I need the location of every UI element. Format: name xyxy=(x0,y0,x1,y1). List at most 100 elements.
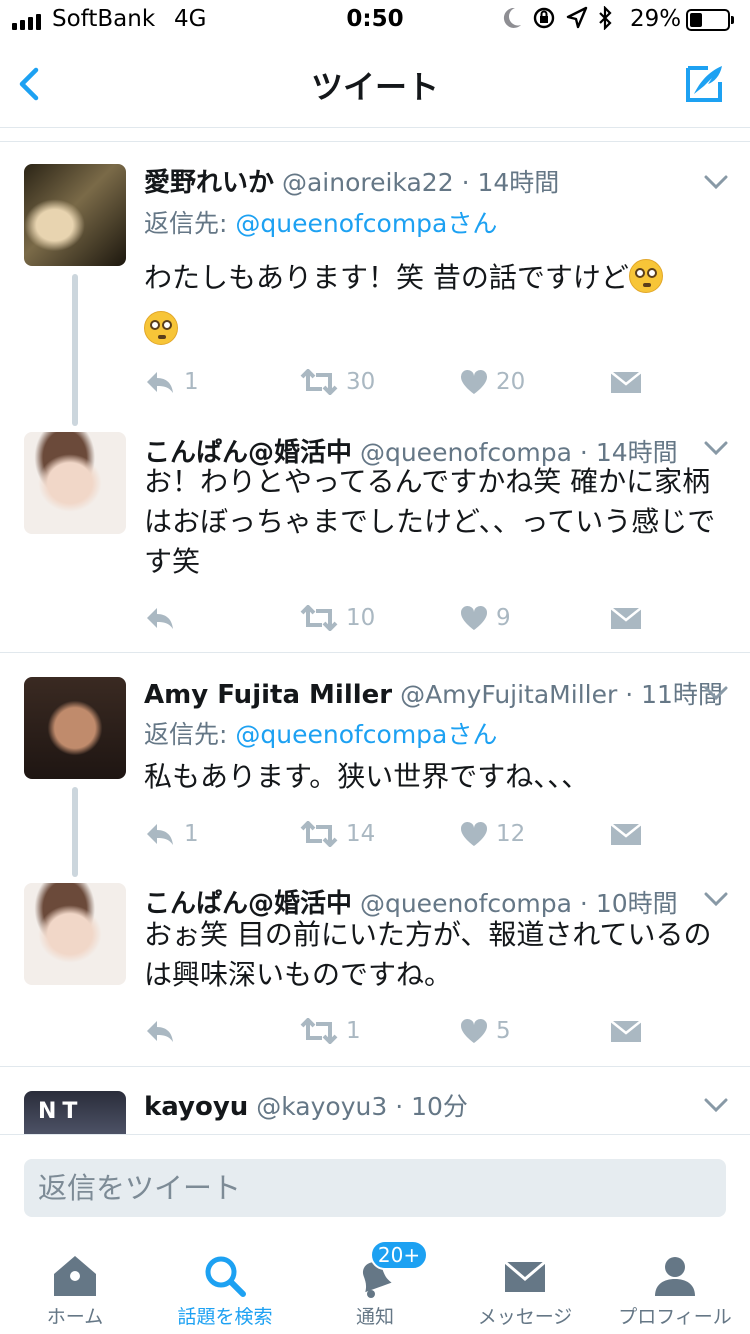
tab-profile[interactable]: プロフィール xyxy=(600,1244,750,1334)
envelope-icon xyxy=(610,607,642,629)
chevron-down-icon[interactable] xyxy=(704,891,728,907)
retweet-button[interactable]: 10 xyxy=(300,600,375,636)
avatar[interactable] xyxy=(24,883,126,985)
like-count: 12 xyxy=(496,821,526,847)
chevron-down-icon[interactable] xyxy=(704,174,728,190)
reply-icon xyxy=(147,824,173,845)
reply-to-mention[interactable]: @queenofcompaさん xyxy=(235,720,497,749)
thread-line xyxy=(72,787,78,877)
retweet-count: 30 xyxy=(346,369,376,395)
tab-label: プロフィール xyxy=(618,1306,732,1328)
tweet-author-handle[interactable]: @kayoyu3 xyxy=(256,1092,387,1121)
tweet-time: 10分 xyxy=(411,1092,468,1121)
tab-search[interactable]: 話題を検索 xyxy=(150,1244,300,1334)
bluetooth-icon xyxy=(599,6,612,30)
share-dm-button[interactable] xyxy=(610,364,642,400)
like-button[interactable]: 9 xyxy=(460,600,511,636)
retweet-button[interactable]: 14 xyxy=(300,816,375,852)
conversation-top-divider xyxy=(0,128,750,142)
reply-to-prefix: 返信先: xyxy=(144,209,236,238)
chevron-down-icon[interactable] xyxy=(704,1097,728,1113)
tweet-actions: 1 5 xyxy=(144,1013,704,1049)
retweet-count: 1 xyxy=(346,1018,361,1044)
flushed-face-emoji-icon xyxy=(628,259,663,293)
tab-label: 通知 xyxy=(355,1306,394,1328)
tweet-author-handle[interactable]: @queenofcompa xyxy=(360,889,572,918)
notification-badge: 20+ xyxy=(370,1240,428,1270)
like-button[interactable]: 20 xyxy=(460,364,525,400)
rotation-lock-icon xyxy=(533,7,555,29)
share-dm-button[interactable] xyxy=(610,600,642,636)
share-dm-button[interactable] xyxy=(610,816,642,852)
retweet-icon xyxy=(300,821,338,847)
reply-composer xyxy=(0,1134,750,1244)
location-icon xyxy=(566,6,588,29)
like-button[interactable]: 12 xyxy=(460,816,525,852)
tab-label: 話題を検索 xyxy=(177,1306,273,1328)
like-count: 9 xyxy=(496,605,511,631)
avatar-text: NT xyxy=(38,1099,84,1124)
tweet-text: お！わりとやってるんですかね笑 確かに家柄はおぼっちゃまでしたけど、、っていう感… xyxy=(144,465,716,578)
tweet-text: 私もあります。狭い世界ですね、、、 xyxy=(144,760,590,793)
separator-dot: · xyxy=(461,168,470,197)
like-count: 5 xyxy=(496,1018,511,1044)
tab-label: ホーム xyxy=(46,1306,104,1328)
retweet-count: 14 xyxy=(346,821,376,847)
tweet-author-name[interactable]: 愛野れいか xyxy=(144,168,274,198)
share-dm-button[interactable] xyxy=(610,1013,642,1049)
retweet-icon xyxy=(300,1018,338,1044)
thread-line xyxy=(72,274,78,426)
chevron-down-icon[interactable] xyxy=(704,685,728,701)
retweet-icon xyxy=(300,369,338,395)
reply-button[interactable]: 1 xyxy=(144,364,199,400)
person-icon xyxy=(655,1257,695,1296)
reply-icon xyxy=(147,372,173,393)
reply-input[interactable] xyxy=(24,1159,726,1217)
battery-percent: 29% xyxy=(630,6,682,32)
envelope-icon xyxy=(610,823,642,845)
tweet[interactable]: 愛野れいか @ainoreika22 · 14時間 返信先: @queenofc… xyxy=(0,142,750,432)
tab-messages[interactable]: メッセージ xyxy=(450,1244,600,1334)
retweet-button[interactable]: 30 xyxy=(300,364,375,400)
envelope-icon xyxy=(610,1020,642,1042)
avatar[interactable] xyxy=(24,677,126,779)
separator-dot: · xyxy=(579,889,588,918)
reply-button[interactable] xyxy=(144,600,184,636)
tweet-author-handle[interactable]: @AmyFujitaMiller xyxy=(400,680,617,709)
reply-button[interactable] xyxy=(144,1013,184,1049)
like-button[interactable]: 5 xyxy=(460,1013,511,1049)
tweet-actions: 1 30 20 xyxy=(144,364,704,400)
tweet-actions: 10 9 xyxy=(144,600,704,636)
status-bar: SoftBank 4G 0:50 29% xyxy=(0,0,750,40)
tweet[interactable]: Amy Fujita Miller @AmyFujitaMiller · 11時… xyxy=(0,653,750,883)
tweet-author-handle[interactable]: @ainoreika22 xyxy=(282,168,454,197)
reply-to-prefix: 返信先: xyxy=(144,720,236,749)
tweet-text: おぉ笑 目の前にいた方が、報道されているのは興味深いものですね。 xyxy=(144,918,712,991)
avatar[interactable] xyxy=(24,164,126,266)
envelope-icon xyxy=(610,371,642,393)
compose-tweet-icon[interactable] xyxy=(680,60,728,108)
tweet[interactable]: こんぱん@婚活中 @queenofcompa · 10時間 おぉ笑 目の前にいた… xyxy=(0,883,750,1065)
reply-to-mention[interactable]: @queenofcompaさん xyxy=(235,209,497,238)
tweet[interactable]: こんぱん@婚活中 @queenofcompa · 14時間 お！わりとやってるん… xyxy=(0,432,750,652)
tweet-author-name[interactable]: kayoyu xyxy=(144,1092,248,1122)
home-icon xyxy=(54,1256,96,1296)
tweet[interactable]: NT kayoyu @kayoyu3 · 10分 xyxy=(0,1067,750,1134)
retweet-button[interactable]: 1 xyxy=(300,1013,361,1049)
reply-to-line: 返信先: @queenofcompaさん xyxy=(144,715,497,751)
envelope-icon xyxy=(504,1260,546,1292)
search-icon xyxy=(205,1256,246,1297)
tweet-time: 10時間 xyxy=(595,889,678,918)
reply-to-line: 返信先: @queenofcompaさん xyxy=(144,204,497,240)
avatar[interactable]: NT xyxy=(24,1091,126,1134)
tab-home[interactable]: ホーム xyxy=(0,1244,150,1334)
reply-icon xyxy=(147,608,173,629)
tweet-author-name[interactable]: Amy Fujita Miller xyxy=(144,680,392,710)
retweet-count: 10 xyxy=(346,605,376,631)
chevron-down-icon[interactable] xyxy=(704,440,728,456)
tweet-text: わたしもあります！笑 昔の話ですけど xyxy=(144,252,724,356)
flushed-face-emoji-icon xyxy=(144,311,178,345)
reply-button[interactable]: 1 xyxy=(144,816,199,852)
avatar[interactable] xyxy=(24,432,126,534)
separator-dot: · xyxy=(395,1092,404,1121)
